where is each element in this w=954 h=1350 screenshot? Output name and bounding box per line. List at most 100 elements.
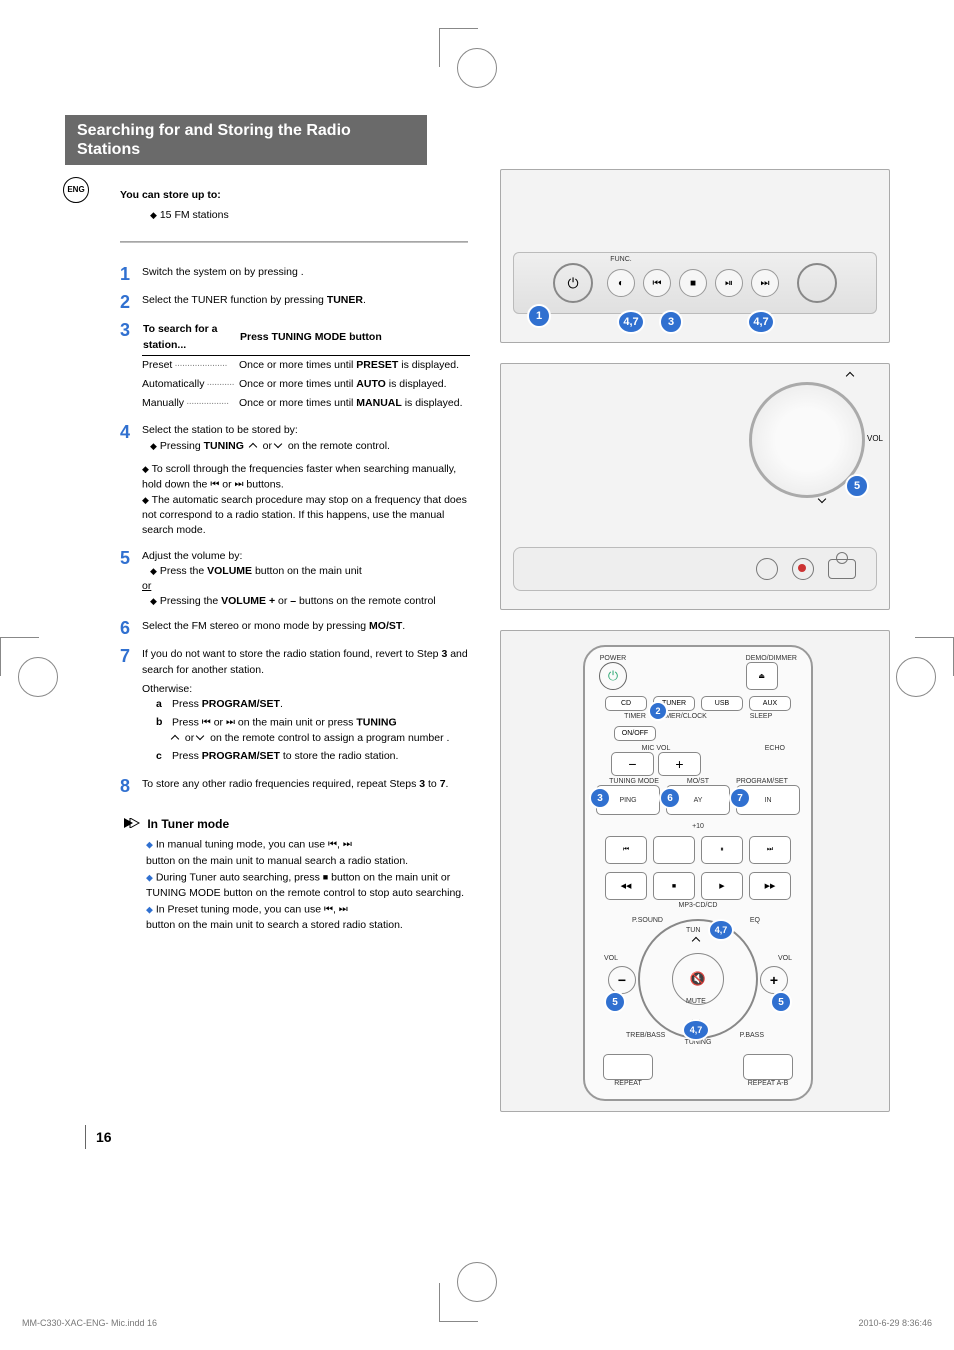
diamond-icon: ◆ [150, 596, 157, 606]
remote-power-button[interactable]: ⏻ [599, 662, 627, 690]
repeat-button[interactable] [603, 1054, 653, 1080]
mic-jack-2[interactable] [792, 558, 814, 580]
pause-button[interactable]: ⏸ [701, 836, 743, 864]
col-header-right: Press TUNING MODE button [239, 321, 470, 355]
usb-button[interactable]: USB [701, 696, 743, 711]
text: Adjust the volume by: [142, 549, 470, 564]
text: is displayed. [402, 397, 463, 409]
psound-label: P.SOUND [632, 917, 663, 924]
step-number: 8 [120, 777, 142, 795]
step-4-sub: ◆ Pressing TUNING or on the remote contr… [150, 439, 470, 454]
text: is displayed. [386, 378, 447, 390]
key-b: b [156, 715, 172, 746]
func-button-wrap: FUNC. ◐ [607, 269, 635, 297]
t: To store any other radio frequencies req… [142, 778, 419, 790]
phones-jack[interactable] [828, 559, 856, 579]
skip-previous-icon [324, 902, 333, 918]
eject-button[interactable]: ⏏ [746, 662, 778, 690]
sublabel: PING [619, 797, 636, 804]
vol-plus-button[interactable]: + [760, 966, 788, 994]
vol-r-label: VOL [778, 955, 792, 962]
stop-icon [323, 870, 328, 886]
section-divider [120, 241, 468, 243]
tuner-button[interactable]: TUNER 2 [653, 696, 695, 711]
callout-badge-5: 5 [845, 474, 869, 498]
skip-next-icon [235, 477, 244, 493]
step-8: 8 To store any other radio frequencies r… [120, 777, 470, 795]
step-number: 3 [120, 321, 142, 413]
mic-jack-1[interactable] [756, 558, 778, 580]
callout-badge-6: 6 [659, 787, 681, 809]
ffwd-button[interactable]: ▶▶ [749, 872, 791, 900]
text: Press the [160, 565, 207, 577]
step-7: 7 If you do not want to store the radio … [120, 647, 470, 767]
power-button[interactable]: ⏻ [553, 263, 593, 303]
stop-button[interactable]: ■ [653, 872, 695, 900]
step-number: 5 [120, 549, 142, 610]
stop-button[interactable]: ■ [679, 269, 707, 297]
next-button[interactable]: ⏭ [751, 269, 779, 297]
remote-control: POWER ⏻ DEMO/DIMMER ⏏ CD TUNER 2 USB [583, 645, 813, 1101]
step-4-note-1: ◆ To scroll through the frequencies fast… [142, 462, 470, 493]
prev-button[interactable]: ⏮ [643, 269, 671, 297]
col-header-left: To search for a station... [142, 321, 239, 355]
registration-mark-bottom [439, 1283, 478, 1322]
skip-fwd-button[interactable]: ⏭ [749, 836, 791, 864]
callout-badge-3: 3 [659, 310, 683, 334]
text: Select the FM stereo or mono mode by pre… [142, 620, 369, 632]
volume-knob[interactable] [797, 263, 837, 303]
bold: PRESET [356, 359, 398, 371]
trebbass-label: TREB/BASS [626, 1032, 665, 1039]
micvol-minus-button[interactable]: − [611, 752, 654, 776]
timer-label: TIMER [617, 713, 653, 720]
skip-back-button[interactable]: ⏮ [605, 836, 647, 864]
cd-button[interactable]: CD [605, 696, 647, 711]
step-6: 6 Select the FM stereo or mono mode by p… [120, 619, 470, 637]
key-c: c [156, 749, 172, 764]
micvol-plus-button[interactable]: + [658, 752, 701, 776]
step-1-text: Switch the system on by pressing . [142, 265, 470, 283]
source-row: CD TUNER 2 USB AUX [585, 696, 811, 711]
right-column: ⏻ FUNC. ◐ ⏮ ■ ⏯ ⏭ 1 4,7 3 4,7 VOL 5 [500, 169, 890, 1132]
step-7-body: If you do not want to store the radio st… [142, 647, 470, 767]
onoff-button[interactable]: ON/OFF [614, 726, 656, 741]
text: . [402, 620, 405, 632]
func-button[interactable]: ◐ [607, 269, 635, 297]
t: . [280, 698, 283, 710]
mute-label: MUTE [686, 998, 706, 1005]
text: buttons on the remote control [296, 595, 436, 607]
intro-heading: You can store up to: [120, 189, 470, 201]
progset-button[interactable]: 7 IN [736, 785, 800, 815]
tuner-bold: TUNER [327, 294, 363, 306]
play-pause-button[interactable]: ⏯ [715, 269, 743, 297]
callout-badge-3: 3 [589, 787, 611, 809]
vol-minus-button[interactable]: − [608, 966, 636, 994]
tuner-bullet-2: ◆ During Tuner auto searching, press but… [146, 870, 470, 902]
aux-button[interactable]: AUX [749, 696, 791, 711]
micvol-label: MIC VOL [611, 745, 701, 752]
sublabel: AY [694, 797, 703, 804]
blank-button[interactable] [653, 836, 695, 864]
bold: AUTO [356, 378, 386, 390]
rewind-button[interactable]: ◀◀ [605, 872, 647, 900]
t: Press [172, 750, 202, 762]
most-label: MO/ST [669, 778, 727, 785]
diamond-icon: ◆ [146, 904, 153, 914]
title-line-2: Stations [77, 141, 140, 158]
most-button[interactable]: 6 AY [666, 785, 730, 815]
chevron-up-icon [847, 370, 857, 378]
step-1: 1 Switch the system on by pressing . [120, 265, 470, 283]
mute-icon: 🔇 [690, 971, 706, 987]
echo-label: ECHO [705, 745, 785, 752]
step-4: 4 Select the station to be stored by: ◆ … [120, 423, 470, 538]
diamond-icon: ◆ [142, 495, 149, 505]
chevron-up-icon[interactable] [693, 935, 703, 943]
t: or [214, 717, 226, 729]
play-button[interactable]: ▶ [701, 872, 743, 900]
top-panel-bar: ⏻ FUNC. ◐ ⏮ ■ ⏯ ⏭ [513, 252, 877, 314]
step-3: 3 To search for a station... Press TUNIN… [120, 321, 470, 413]
tuningmode-button[interactable]: 3 PING [596, 785, 660, 815]
repeat-ab-button[interactable] [743, 1054, 793, 1080]
text: Once or more times until [239, 378, 356, 390]
bold: TUNING [204, 440, 244, 452]
